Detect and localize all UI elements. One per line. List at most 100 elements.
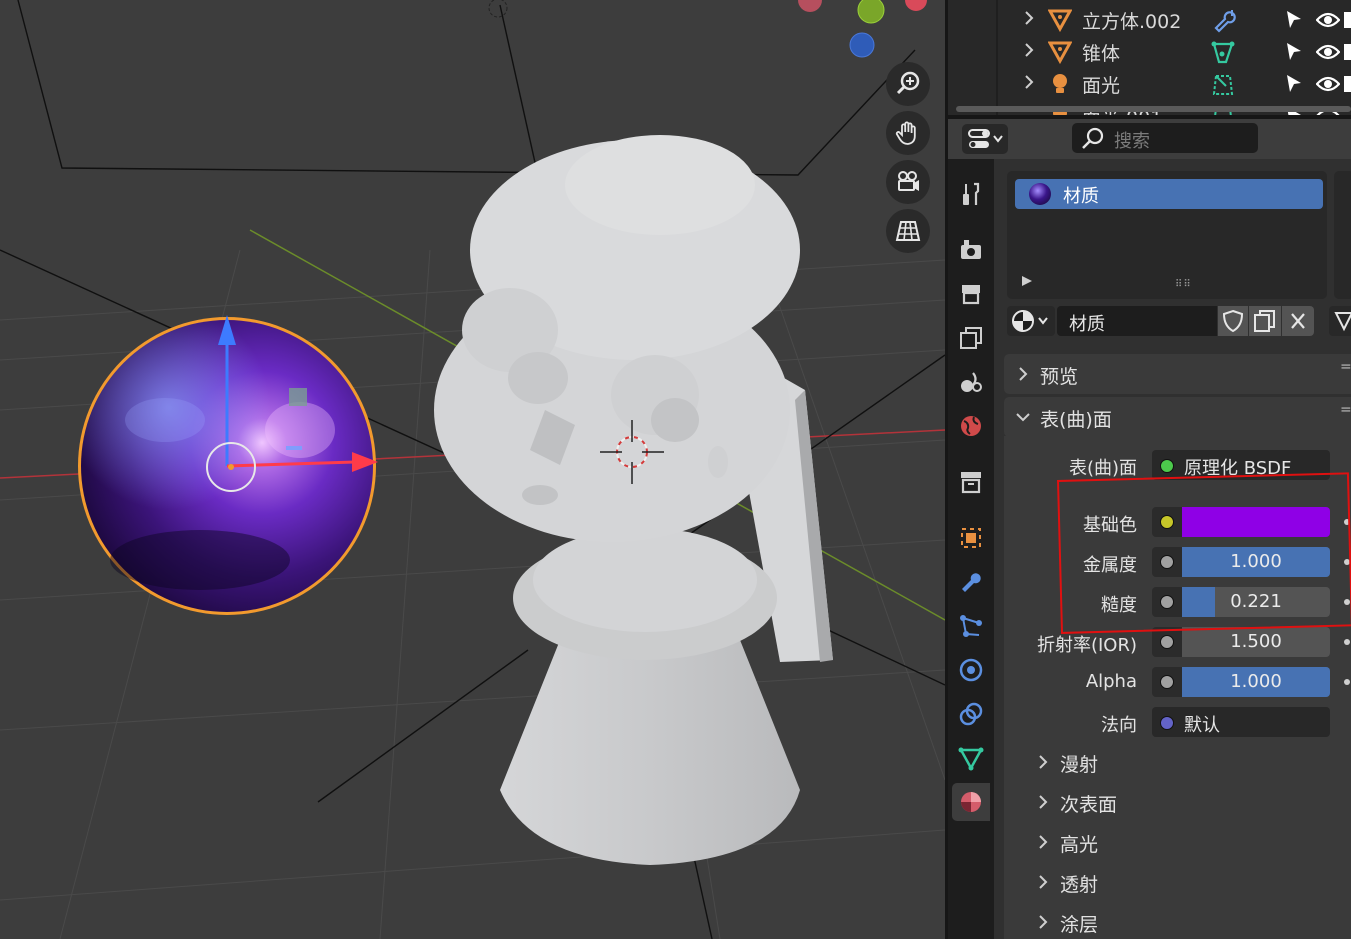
keyframe-dot[interactable] <box>1344 639 1350 645</box>
subpanel-coat[interactable]: 涂层 <box>1004 902 1351 939</box>
material-slot-label: 材质 <box>1063 186 1099 207</box>
tab-particles[interactable] <box>952 607 990 645</box>
unlink-material-button[interactable] <box>1282 306 1314 336</box>
chevron-down-icon <box>1016 413 1030 422</box>
close-icon <box>1291 313 1305 329</box>
search-input[interactable]: 搜索 <box>1072 123 1258 153</box>
render-toggle-icon[interactable] <box>1344 76 1351 92</box>
outliner-row-area-light[interactable]: 面光 <box>948 68 1351 100</box>
wrench-modifier-icon[interactable] <box>1210 8 1236 34</box>
normal-selector[interactable]: 默认 <box>1152 707 1330 737</box>
chevron-right-icon <box>1039 835 1048 849</box>
normal-value: 默认 <box>1184 715 1220 736</box>
value-socket-icon <box>1160 675 1174 689</box>
tab-tool[interactable] <box>952 175 990 213</box>
axis-ball-y <box>857 0 885 24</box>
surface-panel-title: 表(曲)面 <box>1040 409 1112 431</box>
subpanel-transmission[interactable]: 透射 <box>1004 862 1351 902</box>
slot-side-buttons[interactable] <box>1334 171 1351 299</box>
eye-icon[interactable] <box>1316 10 1340 30</box>
preview-panel-title: 预览 <box>1040 366 1079 388</box>
subpanel-specular[interactable]: 高光 <box>1004 822 1351 862</box>
normal-label: 法向 <box>1101 715 1137 736</box>
hand-pan-icon[interactable] <box>886 111 930 155</box>
world-icon <box>961 416 981 436</box>
grid-ortho-icon[interactable] <box>886 209 930 253</box>
outliner-panel[interactable]: 立方体.002 锥体 面光 面光.001 <box>948 0 1351 115</box>
material-slot-item[interactable]: 材质 <box>1015 179 1323 209</box>
ior-row: 折射率(IOR) 1.500 <box>1004 627 1351 659</box>
surface-panel-header[interactable]: 表(曲)面 <box>1004 397 1351 437</box>
material-preview-icon <box>1029 183 1051 205</box>
outliner-item-label[interactable]: 面光 <box>1082 71 1120 98</box>
output-icon <box>962 285 980 305</box>
alpha-slider[interactable]: 1.000 <box>1182 667 1330 697</box>
play-triangle-icon[interactable] <box>1021 275 1033 287</box>
outliner-item-label[interactable]: 锥体 <box>1082 39 1120 66</box>
chevron-right-icon[interactable] <box>1022 75 1036 89</box>
material-name-field[interactable]: 材质 <box>1057 306 1217 336</box>
viewport-scene[interactable] <box>0 0 945 939</box>
duplicate-material-button[interactable] <box>1249 306 1281 336</box>
mesh-data-icon[interactable] <box>1210 40 1236 66</box>
render-toggle-icon[interactable] <box>1344 44 1351 60</box>
render-toggle-icon[interactable] <box>1344 12 1351 28</box>
alpha-socket[interactable] <box>1152 667 1182 697</box>
keyframe-dot[interactable] <box>1344 679 1350 685</box>
shader-label: 表(曲)面 <box>1068 458 1137 479</box>
3d-viewport[interactable] <box>0 0 945 939</box>
tab-view-layer[interactable] <box>952 319 990 357</box>
duplicate-icon <box>1254 310 1275 332</box>
tab-object[interactable] <box>952 519 990 557</box>
search-placeholder: 搜索 <box>1114 131 1150 152</box>
chevron-right-icon <box>1019 367 1028 381</box>
tab-constraints[interactable] <box>952 695 990 733</box>
material-slot-list[interactable]: 材质 ⠿⠿ <box>1007 171 1327 299</box>
shield-icon <box>1222 309 1244 333</box>
tab-physics[interactable] <box>952 651 990 689</box>
light-data-icon[interactable] <box>1210 72 1236 98</box>
select-arrow-icon[interactable] <box>1284 10 1304 30</box>
tab-render[interactable] <box>952 231 990 269</box>
preview-panel-header[interactable]: 预览 <box>1004 354 1351 394</box>
ior-slider[interactable]: 1.500 <box>1182 627 1330 657</box>
resize-grip-icon[interactable]: ⠿⠿ <box>1175 279 1192 290</box>
editor-type-dropdown[interactable] <box>962 124 1008 154</box>
alpha-row: Alpha 1.000 <box>1004 667 1351 699</box>
eye-icon[interactable] <box>1316 74 1340 94</box>
tab-modifiers[interactable] <box>952 563 990 601</box>
select-arrow-icon[interactable] <box>1284 42 1304 62</box>
tab-world[interactable] <box>952 407 990 445</box>
drag-handle-icon[interactable]: = <box>1340 402 1351 422</box>
tab-scene[interactable] <box>952 363 990 401</box>
vector-socket-icon <box>1160 716 1174 730</box>
drag-handle-icon[interactable]: = <box>1340 359 1351 379</box>
tab-output[interactable] <box>952 275 990 313</box>
body-cone <box>500 640 800 865</box>
camera-view-icon[interactable] <box>886 160 930 204</box>
properties-header: 搜索 <box>948 119 1351 159</box>
object-icon <box>961 528 981 548</box>
light-gizmo <box>488 0 508 18</box>
tool-icon <box>963 182 980 205</box>
fake-user-button[interactable] <box>1218 306 1248 336</box>
chevron-right-icon[interactable] <box>1022 43 1036 57</box>
browse-material-button[interactable] <box>1007 306 1055 336</box>
tab-collection[interactable] <box>952 463 990 501</box>
subpanel-subsurface[interactable]: 次表面 <box>1004 782 1351 822</box>
particles-icon <box>960 615 982 637</box>
eye-icon[interactable] <box>1316 42 1340 62</box>
outliner-scrollbar[interactable] <box>956 106 1351 112</box>
ior-socket[interactable] <box>1152 627 1182 657</box>
chevron-right-icon[interactable] <box>1022 11 1036 25</box>
zoom-icon[interactable] <box>886 62 930 106</box>
tab-data[interactable] <box>952 739 990 777</box>
outliner-row-cube-002[interactable]: 立方体.002 <box>948 4 1351 36</box>
select-arrow-icon[interactable] <box>1284 74 1304 94</box>
outliner-row-cone[interactable]: 锥体 <box>948 36 1351 68</box>
outliner-item-label[interactable]: 立方体.002 <box>1082 7 1181 34</box>
material-link-button[interactable] <box>1329 306 1351 336</box>
subpanel-diffuse[interactable]: 漫射 <box>1004 742 1351 782</box>
tab-material[interactable] <box>952 783 990 821</box>
mesh-object-icon <box>1048 9 1072 32</box>
